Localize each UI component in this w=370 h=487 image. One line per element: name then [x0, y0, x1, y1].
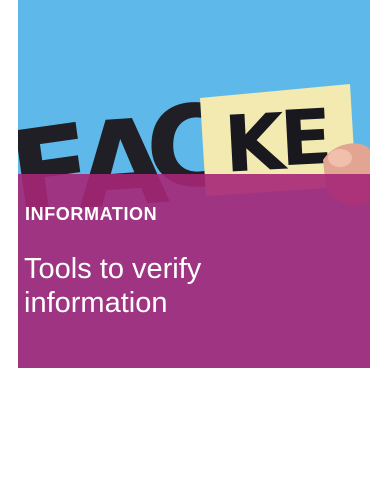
category-label: INFORMATION [25, 204, 158, 224]
article-title-link[interactable]: Tools to verify information [24, 252, 324, 320]
